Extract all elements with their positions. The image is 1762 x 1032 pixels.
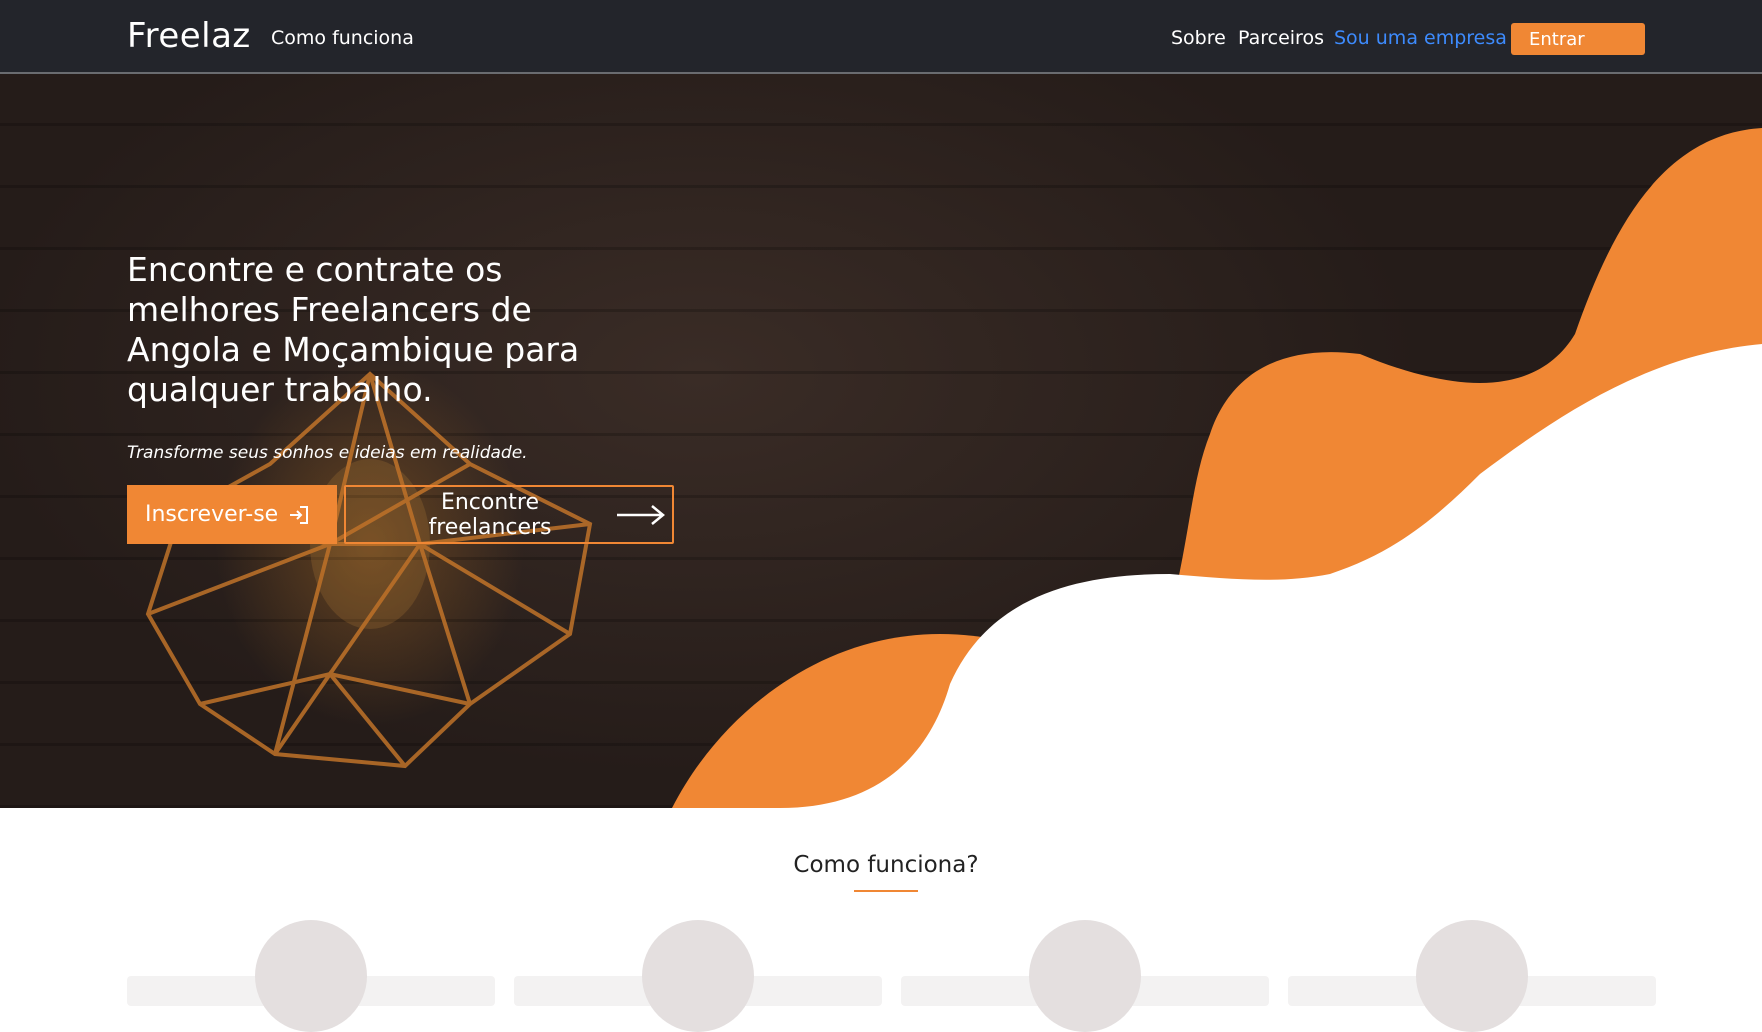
brand-logo[interactable]: Freelaz (127, 16, 251, 56)
step-avatar (255, 920, 367, 1032)
step-avatar (1029, 920, 1141, 1032)
nav-link-company[interactable]: Sou uma empresa (1334, 26, 1507, 50)
step-avatar (642, 920, 754, 1032)
navbar: Freelaz Como funciona Sobre Parceiros So… (0, 0, 1762, 74)
step-avatar (1416, 920, 1528, 1032)
hero-subheadline: Transforme seus sonhos e ideias em reali… (127, 443, 528, 463)
hero-section: Encontre e contrate os melhores Freelanc… (0, 74, 1762, 808)
signup-button[interactable]: Inscrever-se (127, 485, 337, 544)
title-underline (854, 890, 918, 892)
signup-button-label: Inscrever-se (145, 502, 279, 527)
nav-link-how-it-works[interactable]: Como funciona (271, 26, 414, 50)
login-icon (288, 504, 310, 526)
find-freelancers-button[interactable]: Encontre freelancers (344, 485, 674, 544)
how-it-works-title: Como funciona? (793, 852, 979, 878)
login-button[interactable]: Entrar (1511, 23, 1645, 55)
hero-decoration (145, 128, 1762, 808)
lamp-illustration (145, 371, 593, 769)
nav-link-partners[interactable]: Parceiros (1238, 26, 1324, 50)
arrow-right-icon (616, 504, 666, 526)
nav-link-about[interactable]: Sobre (1171, 26, 1226, 50)
find-freelancers-button-label: Encontre freelancers (428, 489, 552, 540)
hero-headline: Encontre e contrate os melhores Freelanc… (127, 250, 580, 409)
